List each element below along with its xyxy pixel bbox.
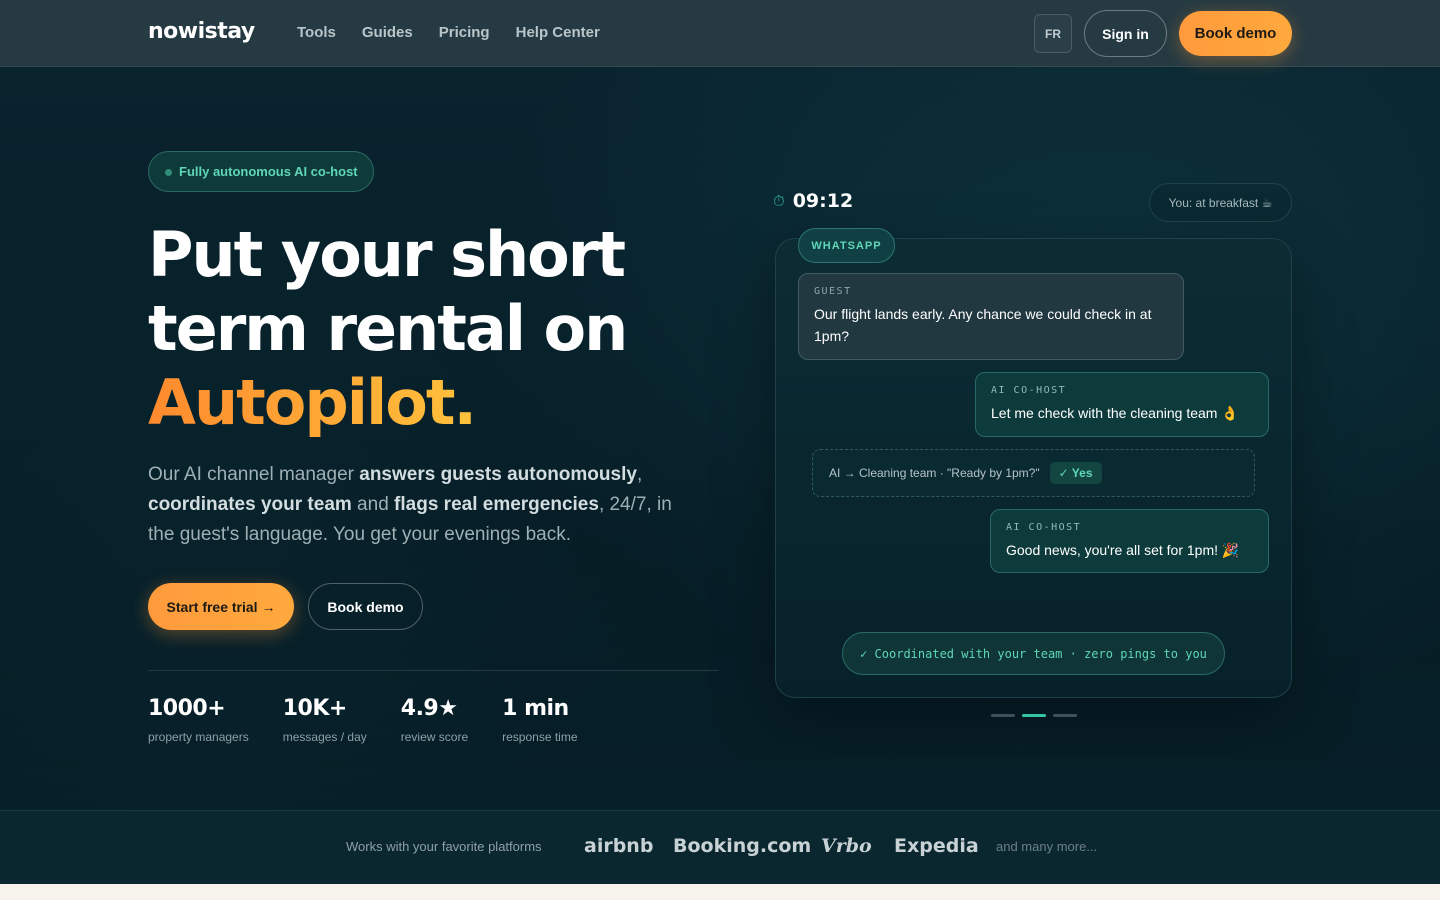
main-nav: Tools Guides Pricing Help Center <box>297 24 600 41</box>
badge-text: Fully autonomous AI co-host <box>179 164 358 179</box>
brand-logo[interactable]: nowistay <box>148 19 255 44</box>
ai-message-bubble-1: AI CO-HOST Let me check with the cleanin… <box>975 372 1269 437</box>
stat-value: 4.9★ <box>400 696 458 721</box>
coordinated-summary-pill: ✓ Coordinated with your team · zero ping… <box>842 632 1225 675</box>
stats-row: 1000+ property managers 10K+ messages / … <box>148 696 578 744</box>
stat-value: 1 min <box>502 696 569 721</box>
carousel-pager <box>991 714 1077 717</box>
stat-messages: 10K+ messages / day <box>283 696 367 744</box>
subtitle-bold-1: answers guests autonomously <box>359 464 637 485</box>
clock-time: 09:12 <box>792 190 854 212</box>
coordination-yes-badge: ✓ Yes <box>1049 462 1102 484</box>
nav-help-center[interactable]: Help Center <box>516 24 600 41</box>
chat-clock: ⏱ 09:12 <box>773 190 853 212</box>
subtitle-bold-3: flags real emergencies <box>394 494 599 515</box>
stat-value: 10K+ <box>282 696 348 721</box>
bubble-sender-label: GUEST <box>814 286 852 297</box>
subtitle-text-1: Our AI channel manager <box>148 464 360 485</box>
nav-guides[interactable]: Guides <box>362 24 413 41</box>
subtitle-text-3: and <box>351 494 395 515</box>
hero-title-accent: Autopilot. <box>148 366 477 439</box>
stat-label: review score <box>400 730 469 744</box>
pager-dot-2[interactable] <box>1022 714 1046 717</box>
subtitle-text-2: , <box>636 464 643 485</box>
platforms-more: and many more... <box>996 839 1098 854</box>
vrbo-logo: Vrbo <box>821 835 872 857</box>
badge-dot-icon <box>165 169 172 176</box>
nav-pricing[interactable]: Pricing <box>439 24 490 41</box>
hero-title: Put your short term rental on Autopilot. <box>148 218 748 440</box>
stat-label: response time <box>502 730 578 744</box>
book-demo-button[interactable]: Book demo <box>308 583 423 630</box>
top-navigation-bar: nowistay Tools Guides Pricing Help Cente… <box>0 0 1440 67</box>
sign-in-button[interactable]: Sign in <box>1084 10 1167 57</box>
ai-message-bubble-2: AI CO-HOST Good news, you're all set for… <box>990 509 1269 573</box>
channel-tag-whatsapp: WHATSAPP <box>798 228 895 263</box>
bubble-text: Let me check with the cleaning team 👌 <box>991 405 1239 421</box>
nav-tools[interactable]: Tools <box>297 24 336 41</box>
stat-label: messages / day <box>282 730 367 744</box>
booking-logo: Booking.com <box>673 835 812 857</box>
stat-review-score: 4.9★ review score <box>401 696 468 744</box>
next-section-edge <box>0 884 1440 900</box>
team-coordination-row: AI → Cleaning team · "Ready by 1pm?" ✓ Y… <box>812 449 1255 497</box>
hero-title-line1: Put your short <box>148 218 626 291</box>
subtitle-bold-2: coordinates your team <box>148 494 352 515</box>
hero-badge: Fully autonomous AI co-host <box>148 151 374 192</box>
start-free-trial-button[interactable]: Start free trial → <box>148 583 294 630</box>
bubble-text: Our flight lands early. Any chance we co… <box>814 306 1152 344</box>
guest-message-bubble: GUEST Our flight lands early. Any chance… <box>798 273 1184 360</box>
platforms-intro: Works with your favorite platforms <box>346 839 542 854</box>
pager-dot-1[interactable] <box>991 714 1015 717</box>
book-demo-header-button[interactable]: Book demo <box>1179 11 1292 56</box>
host-status-pill: You: at breakfast ☕ <box>1149 183 1292 222</box>
stat-value: 1000+ <box>148 696 226 721</box>
expedia-logo: Expedia <box>894 835 979 857</box>
stats-divider <box>148 670 719 671</box>
hero-subtitle: Our AI channel manager answers guests au… <box>148 460 688 550</box>
bubble-text: Good news, you're all set for 1pm! 🎉 <box>1006 542 1240 558</box>
stopwatch-icon: ⏱ <box>773 192 785 210</box>
bubble-sender-label: AI CO-HOST <box>991 385 1067 396</box>
pager-dot-3[interactable] <box>1053 714 1077 717</box>
stat-property-managers: 1000+ property managers <box>148 696 249 744</box>
coordination-text: AI → Cleaning team · "Ready by 1pm?" <box>829 466 1040 480</box>
bubble-sender-label: AI CO-HOST <box>1006 522 1082 533</box>
stat-response-time: 1 min response time <box>502 696 577 744</box>
platforms-bar: Works with your favorite platforms airbn… <box>0 810 1440 884</box>
hero-title-line2: term rental on <box>148 292 628 365</box>
airbnb-logo: airbnb <box>584 835 654 857</box>
stat-label: property managers <box>148 730 249 744</box>
language-toggle-button[interactable]: FR <box>1034 14 1072 53</box>
